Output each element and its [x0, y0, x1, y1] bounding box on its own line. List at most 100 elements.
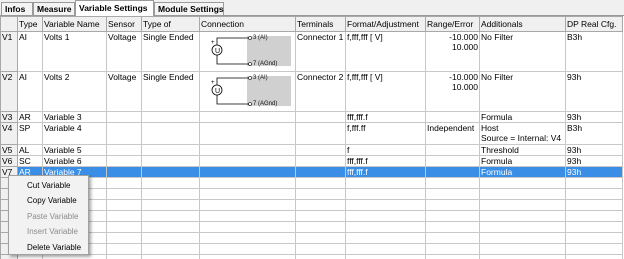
empty-cell[interactable] [565, 177, 623, 189]
tab-measure[interactable]: Measure [33, 2, 75, 15]
empty-cell[interactable] [479, 254, 566, 259]
empty-row[interactable] [0, 177, 623, 189]
cell-additionals[interactable]: Formula [479, 111, 566, 123]
cell-type-of[interactable] [141, 166, 200, 178]
cell-additionals[interactable]: Formula [479, 155, 566, 167]
cell-type[interactable]: AI [17, 71, 43, 112]
cell-range-error[interactable] [425, 111, 480, 123]
cell-connection[interactable]: U + 3 (AI) 7 (AGnd) [199, 31, 296, 72]
cell-terminals[interactable] [295, 155, 346, 167]
cell-type[interactable]: SP [17, 122, 43, 145]
cell-type-of[interactable] [141, 111, 200, 123]
empty-cell[interactable] [295, 243, 346, 255]
empty-row[interactable] [0, 254, 623, 259]
empty-cell[interactable] [479, 232, 566, 244]
empty-cell[interactable] [141, 177, 200, 189]
table-row[interactable]: V3 AR Variable 3 fff,fff.f Formula 93h [0, 111, 623, 123]
empty-cell[interactable] [345, 243, 426, 255]
cell-additionals[interactable]: Formula [479, 166, 566, 178]
empty-cell[interactable] [345, 177, 426, 189]
empty-cell[interactable] [106, 177, 142, 189]
row-header[interactable]: V2 [0, 71, 18, 112]
empty-cell[interactable] [345, 221, 426, 233]
col-header-type-of[interactable]: Type of [141, 16, 200, 32]
empty-cell[interactable] [479, 199, 566, 211]
cell-variable-name[interactable]: Volts 1 [42, 31, 107, 72]
empty-cell[interactable] [479, 210, 566, 222]
empty-cell[interactable] [141, 188, 200, 200]
cell-terminals[interactable] [295, 122, 346, 145]
cell-additionals[interactable]: No Filter [479, 31, 566, 72]
empty-cell[interactable] [425, 232, 480, 244]
cell-type[interactable]: SC [17, 155, 43, 167]
cell-connection[interactable] [199, 144, 296, 156]
cell-format[interactable]: fff,fff.f [345, 155, 426, 167]
empty-row[interactable] [0, 243, 623, 255]
cell-connection[interactable] [199, 155, 296, 167]
cell-connection[interactable] [199, 111, 296, 123]
cell-sensor[interactable] [106, 111, 142, 123]
col-header-additionals[interactable]: Additionals [479, 16, 566, 32]
empty-cell[interactable] [295, 188, 346, 200]
empty-cell[interactable] [199, 221, 296, 233]
row-header[interactable]: V6 [0, 155, 18, 167]
empty-cell[interactable] [199, 188, 296, 200]
cell-additionals[interactable]: No Filter [479, 71, 566, 112]
cell-dp-real-cfg[interactable]: 93h [565, 155, 623, 167]
cell-variable-name[interactable]: Variable 6 [42, 155, 107, 167]
cell-format[interactable]: f,fff.ff [345, 122, 426, 145]
empty-cell[interactable] [295, 210, 346, 222]
cell-variable-name[interactable]: Variable 5 [42, 144, 107, 156]
table-row[interactable]: V4 SP Variable 4 f,fff.ff Independent Ho… [0, 122, 623, 145]
tab-module-settings[interactable]: Module Settings [154, 2, 224, 15]
empty-cell[interactable] [425, 221, 480, 233]
empty-cell[interactable] [199, 210, 296, 222]
col-header-type[interactable]: Type [17, 16, 43, 32]
cell-type-of[interactable] [141, 122, 200, 145]
empty-cell[interactable] [106, 221, 142, 233]
empty-cell[interactable] [479, 243, 566, 255]
empty-cell[interactable] [479, 188, 566, 200]
cell-variable-name[interactable]: Volts 2 [42, 71, 107, 112]
empty-cell[interactable] [345, 199, 426, 211]
empty-cell[interactable] [106, 199, 142, 211]
row-header[interactable]: V3 [0, 111, 18, 123]
empty-cell[interactable] [141, 254, 200, 259]
cell-sensor[interactable] [106, 166, 142, 178]
cell-additionals[interactable]: Host Source = Internal: V4 [479, 122, 566, 145]
empty-cell[interactable] [106, 188, 142, 200]
cell-terminals[interactable] [295, 144, 346, 156]
cell-range-error[interactable]: -10.000 10.000 [425, 31, 480, 72]
cell-range-error[interactable] [425, 166, 480, 178]
tab-infos[interactable]: Infos [1, 2, 33, 15]
empty-cell[interactable] [141, 221, 200, 233]
empty-cell[interactable] [295, 177, 346, 189]
table-row[interactable]: V2 AI Volts 2 Voltage Single Ended U + 3… [0, 71, 623, 112]
cell-variable-name[interactable]: Variable 4 [42, 122, 107, 145]
empty-cell[interactable] [199, 177, 296, 189]
empty-cell[interactable] [106, 243, 142, 255]
menu-item-copy-variable[interactable]: Copy Variable [9, 193, 88, 208]
cell-sensor[interactable] [106, 144, 142, 156]
empty-cell[interactable] [295, 199, 346, 211]
cell-connection[interactable]: U + 3 (AI) 7 (AGnd) [199, 71, 296, 112]
empty-cell[interactable] [565, 221, 623, 233]
empty-cell[interactable] [565, 243, 623, 255]
cell-terminals[interactable]: Connector 2 [295, 71, 346, 112]
empty-cell[interactable] [479, 177, 566, 189]
cell-connection[interactable] [199, 166, 296, 178]
empty-row[interactable] [0, 199, 623, 211]
empty-cell[interactable] [295, 221, 346, 233]
cell-range-error[interactable] [425, 155, 480, 167]
row-header[interactable]: V4 [0, 122, 18, 145]
cell-dp-real-cfg[interactable]: 93h [565, 71, 623, 112]
empty-cell[interactable] [106, 210, 142, 222]
empty-cell[interactable] [425, 210, 480, 222]
empty-cell[interactable] [565, 188, 623, 200]
cell-type[interactable]: AL [17, 144, 43, 156]
empty-cell[interactable] [42, 254, 107, 259]
empty-cell[interactable] [425, 177, 480, 189]
empty-cell[interactable] [479, 221, 566, 233]
empty-cell[interactable] [565, 210, 623, 222]
empty-cell[interactable] [345, 232, 426, 244]
